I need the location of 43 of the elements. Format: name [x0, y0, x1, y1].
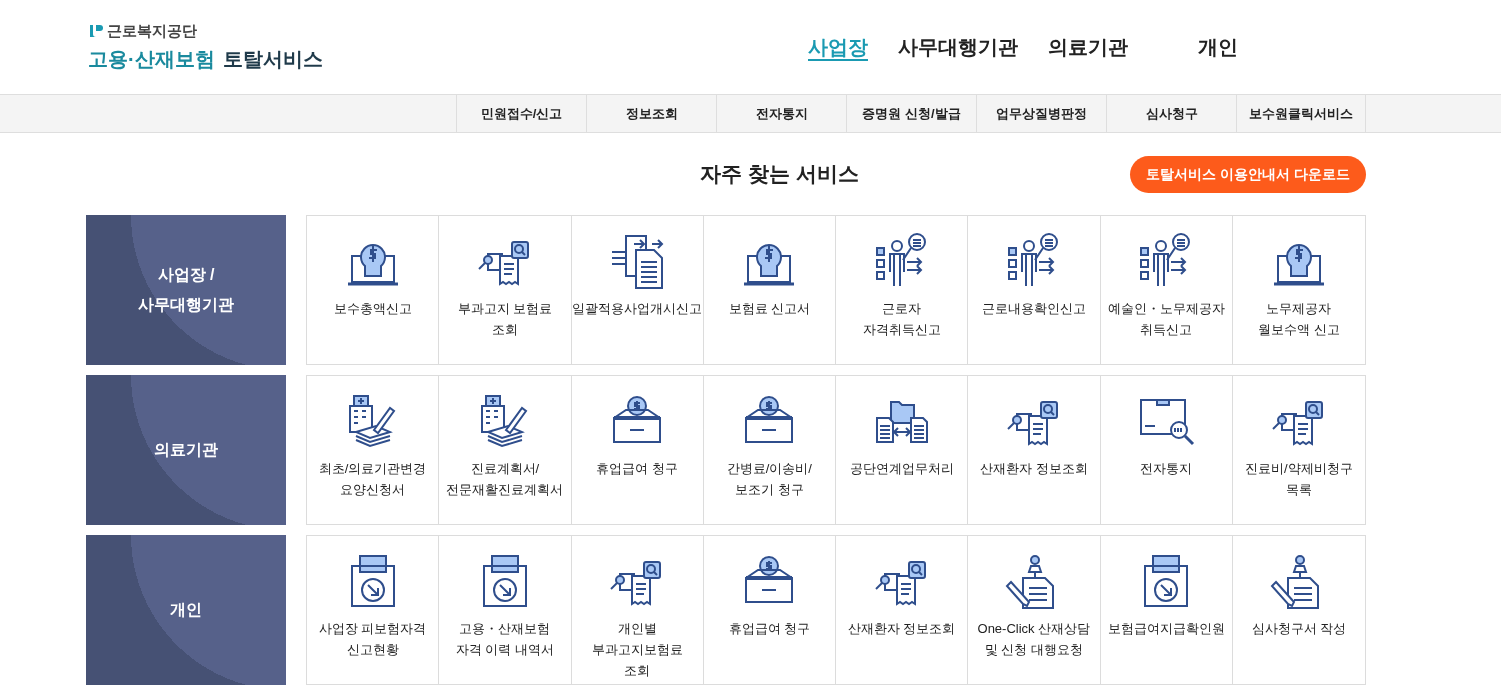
service-tile[interactable]: 휴업급여 청구	[571, 376, 704, 524]
service-tile[interactable]: 최초/의료기관변경 요양신청서	[307, 376, 440, 524]
sub-nav-item[interactable]: 민원접수/신고	[456, 95, 586, 132]
main-nav-tab[interactable]: 개인	[1183, 32, 1253, 62]
category-label: 의료기관	[154, 440, 218, 460]
main-nav-tab[interactable]: 의료기관	[1033, 32, 1143, 62]
service-tile[interactable]: 심사청구서 작성	[1232, 536, 1365, 684]
sub-nav-item[interactable]: 증명원 신청/발급	[846, 95, 976, 132]
service-tile[interactable]: 노무제공자 월보수액 신고	[1232, 216, 1365, 364]
sub-nav-item[interactable]: 전자통지	[716, 95, 846, 132]
main-nav-tab[interactable]: 사무대행기관	[883, 32, 1033, 62]
service-tile[interactable]: 예술인・노무제공자 취득신고	[1100, 216, 1233, 364]
service-tile[interactable]: 부과고지 보험료 조회	[439, 216, 572, 364]
service-tile[interactable]: 보수총액신고	[307, 216, 440, 364]
service-tile[interactable]: 개인별 부과고지보험료 조회	[571, 536, 704, 684]
service-tile[interactable]: 일괄적용사업개시신고	[571, 216, 704, 364]
sub-nav-item[interactable]: 업무상질병판정	[976, 95, 1106, 132]
category-label: 사업장 /	[157, 265, 215, 285]
category-label: 사무대행기관	[138, 295, 234, 315]
service-tile[interactable]: 근로자 자격취득신고	[836, 216, 969, 364]
service-tile[interactable]: 산재환자 정보조회	[836, 536, 969, 684]
sub-nav-item[interactable]: 심사청구	[1106, 95, 1236, 132]
service-tile[interactable]: 휴업급여 청구	[703, 536, 836, 684]
service-tile[interactable]: 사업장 피보험자격 신고현황	[307, 536, 440, 684]
service-tile[interactable]: 공단연계업무처리	[836, 376, 969, 524]
service-tile[interactable]: 보험료 신고서	[703, 216, 836, 364]
logo-icon	[88, 23, 104, 39]
organization-name: 근로복지공단	[107, 20, 197, 41]
section-title: 자주 찾는 서비스	[700, 161, 859, 188]
category-label: 개인	[170, 600, 202, 620]
sub-nav-item[interactable]: 보수원클릭서비스	[1236, 95, 1366, 132]
service-tile[interactable]: 근로내용확인신고	[968, 216, 1101, 364]
sub-nav-item[interactable]: 정보조회	[586, 95, 716, 132]
service-tile[interactable]: 산재환자 정보조회	[968, 376, 1101, 524]
service-tile[interactable]: 진료계획서/전문재활진료계획서	[439, 376, 572, 524]
service-tile[interactable]: 고용・산재보험 자격 이력 내역서	[439, 536, 572, 684]
service-tile[interactable]: 전자통지	[1100, 376, 1233, 524]
service-tile[interactable]: 간병료/이송비/보조기 청구	[703, 376, 836, 524]
service-tile[interactable]: One-Click 산재상담 및 신청 대행요청	[968, 536, 1101, 684]
service-subtitle: 토탈서비스	[222, 47, 323, 73]
service-tile[interactable]: 보험급여지급확인원	[1100, 536, 1233, 684]
service-tile[interactable]: 진료비/약제비청구 목록	[1232, 376, 1365, 524]
service-title: 고용·산재보험	[88, 47, 215, 73]
